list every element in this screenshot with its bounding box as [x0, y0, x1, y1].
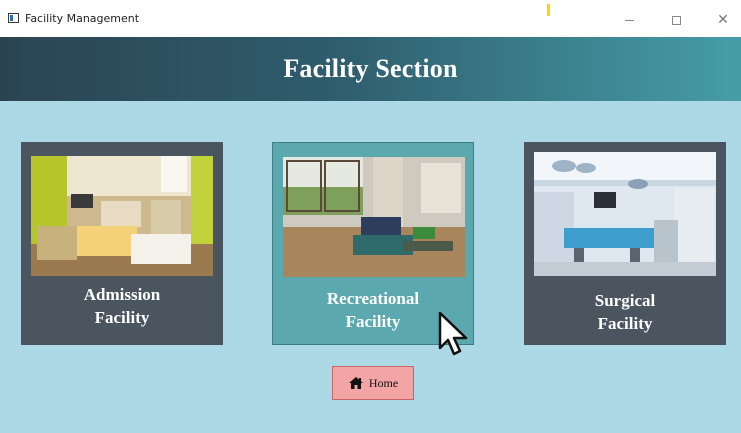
section-header: Facility Section: [0, 37, 741, 101]
minimize-button[interactable]: [606, 8, 652, 32]
app-icon: [8, 13, 19, 23]
card-label-line: Recreational: [326, 289, 420, 308]
text-cursor-marker: [547, 4, 550, 16]
surgical-facility-card[interactable]: Surgical Facility: [524, 142, 726, 345]
page-title: Facility Section: [283, 54, 458, 83]
maximize-button[interactable]: [653, 8, 699, 32]
operating-room-photo: [534, 152, 716, 276]
card-label-line: Facility: [94, 308, 150, 327]
card-label-line: Admission: [83, 285, 161, 304]
window-title: Facility Management: [25, 12, 140, 25]
card-label-line: Facility: [597, 314, 653, 333]
close-icon: ✕: [717, 12, 729, 28]
home-icon: [348, 377, 363, 389]
home-button[interactable]: Home: [332, 366, 414, 400]
home-button-label: Home: [368, 375, 399, 390]
window-titlebar: Facility Management ✕: [0, 0, 741, 37]
minimize-icon: [624, 19, 634, 21]
card-label-line: Surgical: [594, 291, 656, 310]
mouse-pointer-icon: [438, 311, 468, 356]
lounge-room-photo: [283, 157, 465, 277]
close-button[interactable]: ✕: [700, 8, 741, 32]
surgical-facility-label: Surgical Facility: [524, 289, 726, 335]
admission-facility-card[interactable]: Admission Facility: [21, 142, 223, 345]
admission-facility-label: Admission Facility: [21, 283, 223, 329]
hospital-room-photo: [31, 156, 213, 276]
maximize-icon: [671, 15, 681, 25]
